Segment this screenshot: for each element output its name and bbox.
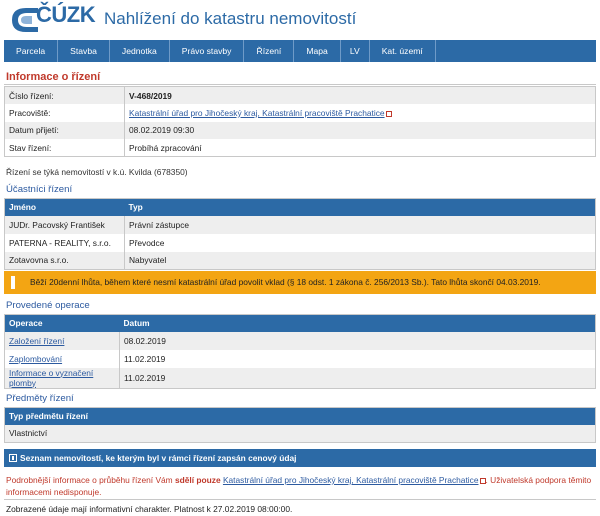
participant-name: Zotavovna s.r.o. — [4, 251, 125, 270]
info-value: V-468/2019 — [124, 86, 596, 104]
subjects-table: Typ předmětu řízení Vlastnictví — [4, 407, 596, 443]
expand-icon — [9, 454, 17, 462]
nav-lv[interactable]: LV — [341, 40, 370, 62]
site-title: Nahlížení do katastru nemovitostí — [104, 9, 357, 28]
participants-title: Účastníci řízení — [6, 184, 73, 195]
info-value: Probíhá zpracování — [124, 139, 596, 157]
operation-cell: Založení řízení — [4, 331, 120, 350]
site-header: ČÚZK Nahlížení do katastru nemovitostí — [0, 0, 600, 40]
nav-parcela[interactable]: Parcela — [4, 40, 59, 62]
column-header: Operace — [4, 314, 120, 332]
footer-text: Zobrazené údaje mají informativní charak… — [6, 504, 293, 514]
warning-text: Běží 20denní lhůta, během které nesmí ka… — [30, 277, 541, 287]
divider — [4, 84, 596, 85]
participant-name: PATERNA - REALITY, s.r.o. — [4, 233, 125, 252]
operation-cell: Zaplombování — [4, 349, 120, 368]
table-row: PATERNA - REALITY, s.r.o. Převodce — [4, 233, 596, 252]
main-nav: Parcela Stavba Jednotka Právo stavby Říz… — [4, 40, 596, 62]
operation-cell: Informace o vyznačení plomby — [4, 367, 120, 388]
nav-stavba[interactable]: Stavba — [58, 40, 110, 62]
table-row: Stav řízení: Probíhá zpracování — [4, 139, 596, 157]
operations-table: Operace Datum Založení řízení 08.02.2019… — [4, 314, 596, 389]
column-header: Typ — [124, 198, 596, 216]
subject-type: Vlastnictví — [4, 424, 596, 443]
warning-banner: Běží 20denní lhůta, během které nesmí ka… — [4, 271, 596, 294]
table-row: Založení řízení 08.02.2019 — [4, 331, 596, 350]
column-header: Jméno — [4, 198, 125, 216]
subjects-title: Předměty řízení — [6, 393, 74, 404]
info-key: Číslo řízení: — [4, 86, 125, 104]
nav-jednotka[interactable]: Jednotka — [110, 40, 170, 62]
nav-rizeni[interactable]: Řízení — [244, 40, 295, 62]
info-key: Pracoviště: — [4, 104, 125, 122]
info-title: Informace o řízení — [6, 71, 101, 83]
table-row: Číslo řízení: V-468/2019 — [4, 86, 596, 104]
notice-office-link[interactable]: Katastrální úřad pro Jihočeský kraj, Kat… — [223, 475, 479, 485]
nav-mapa[interactable]: Mapa — [294, 40, 341, 62]
participant-type: Nabyvatel — [124, 251, 596, 270]
table-row: Informace o vyznačení plomby 11.02.2019 — [4, 367, 596, 388]
participants-table: Jméno Typ JUDr. Pacovský František Právn… — [4, 198, 596, 270]
nav-pravo-stavby[interactable]: Právo stavby — [170, 40, 245, 62]
info-table: Číslo řízení: V-468/2019 Pracoviště: Kat… — [4, 86, 596, 157]
logo-text: ČÚZK — [36, 2, 96, 27]
notice-bold: sdělí pouze — [175, 475, 221, 485]
operation-link[interactable]: Informace o vyznačení plomby — [9, 368, 93, 388]
operation-date: 08.02.2019 — [119, 331, 596, 350]
participant-name: JUDr. Pacovský František — [4, 215, 125, 234]
table-header-row: Jméno Typ — [4, 198, 596, 216]
operation-link[interactable]: Zaplombování — [9, 354, 62, 364]
table-row: Datum přijetí: 08.02.2019 09:30 — [4, 121, 596, 139]
info-value: Katastrální úřad pro Jihočeský kraj, Kat… — [124, 104, 596, 122]
external-link-icon — [385, 110, 392, 117]
operation-date: 11.02.2019 — [119, 349, 596, 368]
info-key: Datum přijetí: — [4, 121, 125, 139]
info-notice: Podrobnější informace o průběhu řízení V… — [6, 474, 594, 498]
info-value: 08.02.2019 09:30 — [124, 121, 596, 139]
price-list-panel[interactable]: Seznam nemovitostí, ke kterým byl v rámc… — [4, 449, 596, 467]
participant-type: Převodce — [124, 233, 596, 252]
notice-part: Podrobnější informace o průběhu řízení V… — [6, 475, 175, 485]
table-row: Pracoviště: Katastrální úřad pro Jihočes… — [4, 104, 596, 122]
column-header: Typ předmětu řízení — [4, 407, 596, 425]
participant-type: Právní zástupce — [124, 215, 596, 234]
info-key: Stav řízení: — [4, 139, 125, 157]
panel-label: Seznam nemovitostí, ke kterým byl v rámc… — [20, 453, 297, 463]
table-header-row: Typ předmětu řízení — [4, 407, 596, 425]
table-row: Vlastnictví — [4, 424, 596, 443]
table-row: JUDr. Pacovský František Právní zástupce — [4, 215, 596, 234]
table-header-row: Operace Datum — [4, 314, 596, 332]
office-link[interactable]: Katastrální úřad pro Jihočeský kraj, Kat… — [129, 108, 385, 118]
operations-title: Provedené operace — [6, 300, 90, 311]
nav-kat-uzemi[interactable]: Kat. území — [370, 40, 436, 62]
external-link-icon — [479, 478, 486, 484]
operation-link[interactable]: Založení řízení — [9, 336, 64, 346]
table-row: Zotavovna s.r.o. Nabyvatel — [4, 251, 596, 270]
table-row: Zaplombování 11.02.2019 — [4, 349, 596, 368]
warning-icon — [11, 276, 15, 289]
cadastral-note: Řízení se týká nemovitostí v k.ú. Kvilda… — [6, 167, 188, 177]
divider — [4, 499, 596, 500]
column-header: Datum — [119, 314, 596, 332]
operation-date: 11.02.2019 — [119, 367, 596, 388]
